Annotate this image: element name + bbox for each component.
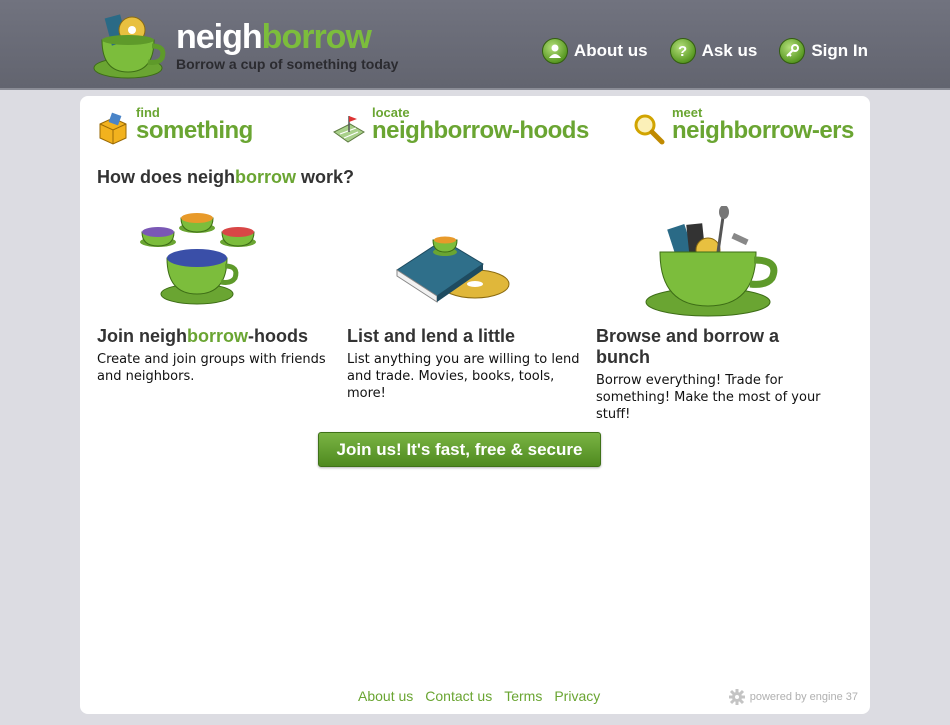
nav-ask-us[interactable]: ? Ask us: [669, 38, 758, 64]
step-join-title-pre: Join neigh: [97, 326, 187, 346]
tab-find-something[interactable]: find something: [96, 106, 253, 146]
nav-about-us[interactable]: About us: [541, 38, 648, 64]
how-heading-post: work?: [296, 167, 355, 187]
top-header: neighborrow Borrow a cup of something to…: [0, 0, 950, 90]
feature-tabs: find something locate neighborrow-hoods: [96, 106, 856, 146]
how-heading: How does neighborrow work?: [97, 167, 354, 188]
step-join-desc: Create and join groups with friends and …: [97, 352, 326, 384]
step-join-title: Join neighborrow-hoods: [97, 326, 337, 347]
magnifier-icon: [634, 114, 665, 145]
nav-sign-in[interactable]: Sign In: [779, 38, 868, 64]
footer-link-contact-us[interactable]: Contact us: [425, 688, 492, 704]
logo[interactable]: neighborrow Borrow a cup of something to…: [92, 10, 412, 80]
nav-about-us-label: About us: [573, 41, 648, 60]
brand-tagline: Borrow a cup of something today: [176, 56, 399, 72]
tab-meet-big: neighborrow-ers: [672, 117, 854, 144]
step-list-desc: List anything you are willing to lend an…: [347, 352, 580, 401]
brand-name: neighborrow: [176, 20, 398, 54]
cup-logo-icon: [93, 14, 166, 79]
cups-illustration: [97, 206, 337, 326]
how-heading-pre: How does neigh: [97, 167, 236, 187]
key-icon: [779, 38, 806, 64]
brand-name-part2: borrow: [261, 18, 372, 56]
footer-links: About us Contact us Terms Privacy: [358, 688, 600, 704]
nav-ask-us-label: Ask us: [701, 41, 758, 60]
question-icon: ?: [669, 38, 696, 64]
how-heading-green: borrow: [235, 167, 297, 187]
book-illustration: [347, 206, 587, 326]
powered-by-text: powered by engine 37: [749, 691, 858, 703]
tab-find-big: something: [136, 117, 253, 144]
map-icon: [333, 116, 365, 143]
main-panel: find something locate neighborrow-hoods: [80, 96, 870, 714]
step-list: List and lend a little List anything you…: [347, 206, 587, 402]
step-join: Join neighborrow-hoods Create and join g…: [97, 206, 337, 385]
brand-name-part1: neigh: [176, 18, 263, 56]
step-join-title-green: borrow: [187, 326, 248, 346]
footer-link-about-us[interactable]: About us: [358, 688, 413, 704]
person-icon: [541, 38, 568, 64]
footer-link-privacy[interactable]: Privacy: [554, 688, 600, 704]
powered-by[interactable]: powered by engine 37: [728, 688, 858, 706]
tab-meet-ers[interactable]: meet neighborrow-ers: [632, 106, 854, 146]
stuffed-cup-icon: [645, 205, 778, 317]
step-join-title-post: -hoods: [248, 326, 308, 346]
footer-link-terms[interactable]: Terms: [504, 688, 542, 704]
step-browse-desc: Borrow everything! Trade for something! …: [596, 373, 821, 422]
step-browse: Browse and borrow a bunch Borrow everyth…: [596, 205, 836, 423]
join-button[interactable]: Join us! It's fast, free & secure: [318, 432, 601, 467]
box-icon: [99, 112, 127, 145]
gear-icon: [728, 689, 745, 705]
tab-locate-hoods[interactable]: locate neighborrow-hoods: [332, 106, 589, 146]
step-browse-title: Browse and borrow a bunch: [596, 326, 780, 367]
cups-icon: [140, 213, 256, 305]
stuffed-cup-illustration: [596, 205, 836, 326]
top-nav: About us ? Ask us Sign In: [541, 38, 868, 64]
tab-locate-big: neighborrow-hoods: [372, 117, 589, 144]
step-list-title: List and lend a little: [347, 326, 516, 346]
nav-sign-in-label: Sign In: [811, 41, 868, 60]
logo-text: neighborrow Borrow a cup of something to…: [176, 20, 398, 72]
book-disc-icon: [396, 236, 510, 303]
